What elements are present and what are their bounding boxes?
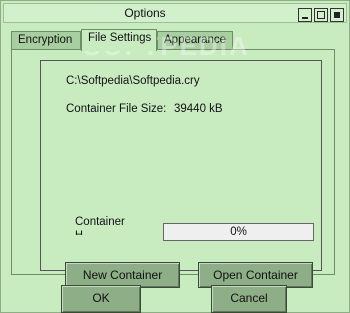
maximize-button[interactable] — [314, 8, 328, 22]
file-path: C:\Softpedia\Softpedia.cry — [66, 75, 200, 87]
progress-bar: 0% — [163, 223, 314, 241]
maximize-icon — [317, 11, 325, 19]
tab-encryption[interactable]: Encryption — [11, 31, 81, 50]
close-icon — [334, 12, 340, 18]
file-settings-panel: C:\Softpedia\Softpedia.cry Container Fil… — [11, 49, 335, 288]
container-group: C:\Softpedia\Softpedia.cry Container Fil… — [40, 60, 322, 288]
minimize-button[interactable] — [298, 8, 312, 22]
progress-label-cont: H — [75, 229, 83, 235]
cancel-button[interactable]: Cancel — [211, 285, 287, 313]
tab-encryption-label: Encryption — [18, 34, 73, 46]
window-title: Options — [124, 6, 166, 20]
minimize-icon — [302, 16, 308, 19]
progress-text: 0% — [230, 226, 247, 238]
close-button[interactable] — [330, 8, 344, 22]
tab-file-settings[interactable]: File Settings — [81, 29, 157, 51]
container-size-value: 39440 kB — [174, 103, 223, 115]
tab-file-settings-label: File Settings — [88, 32, 152, 44]
progress-label: Container — [75, 216, 125, 228]
options-window: Options Encryption File Settings Appeara… — [0, 0, 350, 313]
ok-button[interactable]: OK — [61, 285, 141, 313]
container-size-label: Container File Size: — [66, 103, 167, 115]
title-bar[interactable]: Options — [3, 3, 347, 23]
